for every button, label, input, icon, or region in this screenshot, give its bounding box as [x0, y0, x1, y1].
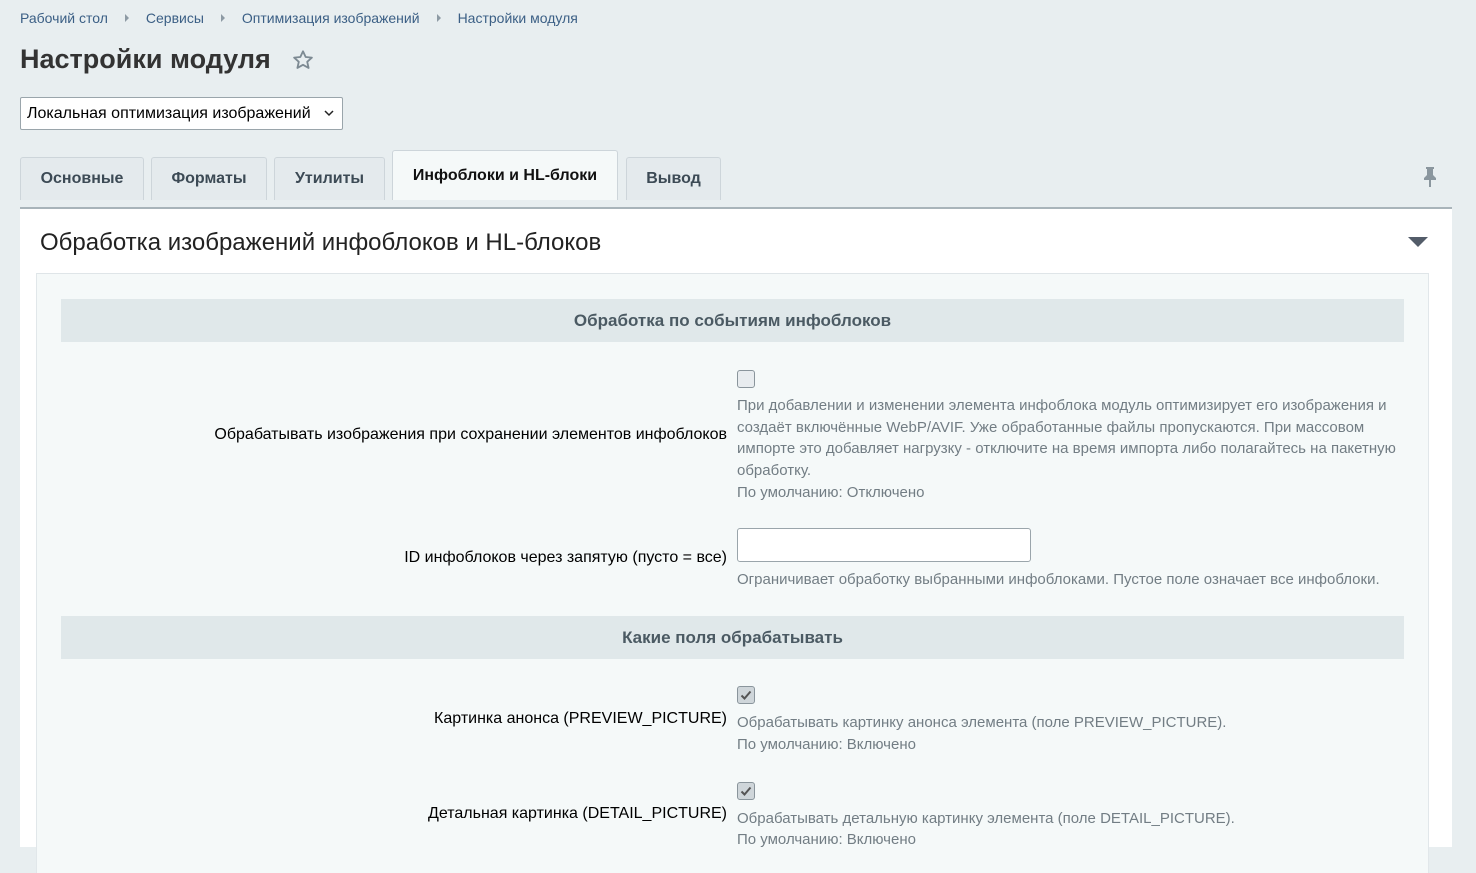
section-heading-fields: Какие поля обрабатывать [61, 616, 1404, 659]
tab-output[interactable]: Вывод [626, 157, 721, 200]
process-on-save-default: По умолчанию: Отключено [737, 484, 925, 501]
process-on-save-hint: При добавлении и изменении элемента инфо… [737, 397, 1396, 479]
triangle-down-icon[interactable] [1408, 237, 1428, 247]
breadcrumb-item-desktop[interactable]: Рабочий стол [20, 10, 108, 26]
module-select[interactable]: Локальная оптимизация изображений [20, 97, 343, 130]
breadcrumb-item-module-settings[interactable]: Настройки модуля [458, 10, 578, 26]
breadcrumb-separator-icon [124, 14, 129, 22]
detail-picture-label: Детальная картинка (DETAIL_PICTURE) [428, 805, 727, 822]
tab-main[interactable]: Основные [20, 157, 144, 200]
breadcrumb-item-services[interactable]: Сервисы [146, 10, 204, 26]
process-on-save-label: Обрабатывать изображения при сохранении … [214, 426, 727, 443]
pin-icon[interactable] [1422, 166, 1438, 188]
process-on-save-checkbox[interactable] [737, 370, 755, 388]
breadcrumb-item-image-optimization[interactable]: Оптимизация изображений [242, 10, 420, 26]
detail-picture-checkbox[interactable] [737, 782, 755, 800]
panel-title: Обработка изображений инфоблоков и HL-бл… [40, 229, 602, 256]
tab-utilities[interactable]: Утилиты [274, 157, 385, 200]
preview-picture-checkbox[interactable] [737, 686, 755, 704]
checkmark-icon [740, 690, 752, 700]
module-select-value: Локальная оптимизация изображений [27, 104, 311, 122]
detail-picture-hint: Обрабатывать детальную картинку элемента… [737, 810, 1235, 827]
detail-picture-default: По умолчанию: Включено [737, 831, 916, 848]
settings-form: Обработка по событиям инфоблоков Обрабат… [36, 273, 1429, 873]
page-title: Настройки модуля [20, 44, 271, 74]
star-outline-icon[interactable] [292, 49, 314, 71]
preview-picture-hint: Обрабатывать картинку анонса элемента (п… [737, 714, 1227, 731]
iblock-ids-input[interactable] [737, 528, 1031, 562]
preview-picture-label: Картинка анонса (PREVIEW_PICTURE) [434, 710, 727, 727]
breadcrumb-separator-icon [436, 14, 441, 22]
tab-iblocks-hlblocks[interactable]: Инфоблоки и HL-блоки [392, 150, 618, 200]
settings-panel: Обработка изображений инфоблоков и HL-бл… [20, 207, 1452, 873]
iblock-ids-label: ID инфоблоков через запятую (пусто = все… [404, 549, 727, 566]
section-heading-iblock-events: Обработка по событиям инфоблоков [61, 299, 1404, 342]
chevron-down-icon [324, 110, 334, 117]
tab-formats[interactable]: Форматы [151, 157, 267, 200]
page-title-row: Настройки модуля [20, 44, 314, 75]
preview-picture-default: По умолчанию: Включено [737, 736, 916, 753]
breadcrumb-separator-icon [220, 14, 225, 22]
iblock-ids-hint: Ограничивает обработку выбранными инфобл… [737, 571, 1380, 588]
breadcrumb: Рабочий стол Сервисы Оптимизация изображ… [20, 10, 578, 26]
checkmark-icon [740, 786, 752, 796]
